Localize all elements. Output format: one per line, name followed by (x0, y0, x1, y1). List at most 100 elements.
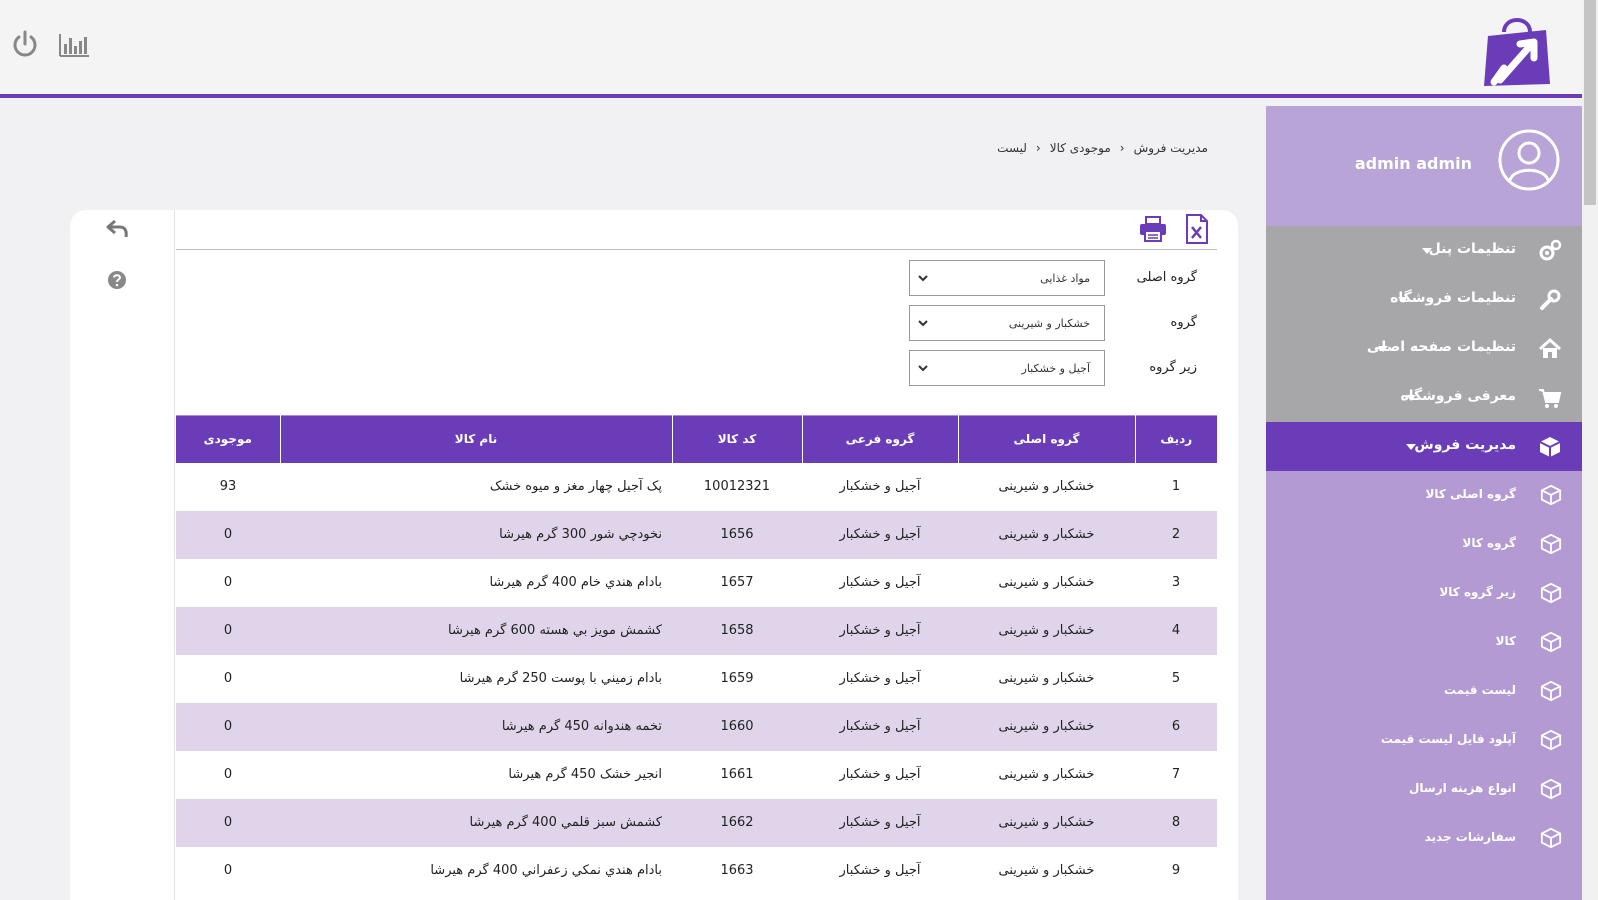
column-header-stock[interactable]: موجودی (176, 415, 280, 463)
menu-item-homepage-settings[interactable]: تنظیمات صفحه اصلی (1266, 324, 1582, 373)
printer-icon[interactable] (1139, 216, 1167, 242)
cell-product-name: کشمش سبز قلمي 400 گرم هيرشا (280, 798, 672, 847)
card-side-actions (70, 210, 175, 900)
gears-icon (1539, 239, 1562, 261)
select-value: آجیل و خشکبار (1021, 362, 1090, 375)
shop-bag-logo[interactable] (1480, 10, 1554, 90)
cart-icon (1539, 389, 1562, 408)
menu-item-shop-intro[interactable]: معرفی فروشگاه (1266, 373, 1582, 422)
filter-main-group: گروه اصلی مواد غذایی (877, 260, 1217, 296)
chevron-down-icon (1398, 297, 1408, 303)
cell-main-group: خشکبار و شیرینی (958, 606, 1135, 655)
cell-main-group: خشکبار و شیرینی (998, 863, 1095, 878)
cell-main-group: خشکبار و شیرینی (998, 671, 1095, 686)
cell-main-group: خشکبار و شیرینی (958, 702, 1135, 751)
column-header-product-name[interactable]: نام کالا (279, 415, 672, 463)
cell-product-code: 1663 (720, 863, 754, 878)
submenu-label: سفارشات جدید (1424, 830, 1516, 844)
breadcrumb-item-stock[interactable]: موجودی کالا (1050, 141, 1111, 155)
submenu-item-upload-price-list[interactable]: آپلود فایل لیست قیمت (1266, 716, 1582, 765)
stock-list-card: گروه اصلی مواد غذایی گروه خشکبار و شیرین… (70, 210, 1238, 900)
card-toolbar (176, 210, 1217, 250)
filter-sub-group: زیر گروه آجیل و خشکبار (877, 350, 1217, 386)
table-row[interactable]: 6 خشکبار و شیرینی آجیل و خشکبار 1660 تخمه هن… (176, 702, 1217, 751)
menu-item-panel-settings[interactable]: تنظیمات پنل (1266, 226, 1582, 275)
sub-group-select[interactable]: آجیل و خشکبار (909, 350, 1105, 386)
menu-label: تنظیمات صفحه اصلی (1366, 339, 1516, 355)
table-row[interactable]: 2 خشکبار و شیرینی آجیل و خشکبار 1656 نخودچي … (176, 510, 1217, 559)
cell-sub-group: آجیل و خشکبار (802, 702, 958, 751)
cell-row-number: 2 (1135, 510, 1217, 559)
breadcrumb-item-sales[interactable]: مدیریت فروش (1134, 141, 1208, 155)
table-row[interactable]: 7 خشکبار و شیرینی آجیل و خشکبار 1661 انجير خ… (176, 751, 1217, 799)
cell-stock: 0 (223, 575, 233, 590)
top-header (0, 0, 1582, 98)
submenu-item-new-orders[interactable]: سفارشات جدید (1266, 814, 1582, 863)
chevron-down-icon (918, 365, 928, 372)
cube-icon (1540, 729, 1562, 751)
breadcrumb-item-list: لیست (997, 141, 1027, 155)
page-scrollbar[interactable] (1582, 0, 1598, 900)
cell-row-number: 5 (1171, 671, 1181, 686)
column-header-main-group[interactable]: گروه اصلی (957, 415, 1135, 463)
power-icon[interactable] (12, 30, 38, 58)
cell-product-code: 1658 (672, 606, 802, 655)
cell-product-code: 10012321 (703, 479, 771, 494)
menu-item-shop-settings[interactable]: تنظیمات فروشگاه (1266, 275, 1582, 324)
bar-chart-icon[interactable] (58, 32, 90, 58)
table-row[interactable]: 3 خشکبار و شیرینی آجیل و خشکبار 1657 بادام ه… (176, 559, 1217, 607)
menu-item-sales-management[interactable]: مدیریت فروش (1266, 422, 1582, 471)
cell-product-name: پک آجیل چهار مغز و میوه خشک (489, 479, 662, 494)
cell-row-number: 4 (1135, 606, 1217, 655)
cell-product-code: 1657 (720, 575, 754, 590)
cube-icon (1540, 631, 1562, 653)
user-profile: admin admin (1266, 106, 1582, 226)
filter-label: زیر گروه (1149, 360, 1197, 375)
chevron-down-icon (1406, 444, 1416, 450)
cell-row-number: 1 (1171, 479, 1181, 494)
table-row[interactable]: 5 خشکبار و شیرینی آجیل و خشکبار 1659 بادام ز… (176, 655, 1217, 703)
back-arrow-icon[interactable] (106, 218, 128, 240)
column-header-row-number[interactable]: ردیف (1134, 415, 1217, 463)
submenu-item-main-group[interactable]: گروه اصلی کالا (1266, 471, 1582, 520)
menu-label: تنظیمات پنل (1428, 241, 1516, 257)
select-value: خشکبار و شیرینی (1008, 317, 1090, 330)
filter-panel: گروه اصلی مواد غذایی گروه خشکبار و شیرین… (176, 250, 1217, 415)
submenu-item-sub-group[interactable]: زیر گروه کالا (1266, 569, 1582, 618)
filter-group: گروه خشکبار و شیرینی (877, 305, 1217, 341)
table-row[interactable]: 4 خشکبار و شیرینی آجیل و خشکبار 1658 کشمش مو… (176, 606, 1217, 655)
cell-product-code: 1661 (720, 767, 754, 782)
cell-stock: 0 (176, 702, 280, 751)
cell-sub-group: آجیل و خشکبار (839, 575, 921, 590)
submenu-item-shipping-costs[interactable]: انواع هزینه ارسال (1266, 765, 1582, 814)
table-row[interactable]: 1 خشکبار و شیرینی آجیل و خشکبار 10012321 پک … (176, 463, 1217, 511)
cell-row-number: 7 (1171, 767, 1181, 782)
chevron-down-icon (918, 275, 928, 282)
submenu-label: گروه کالا (1462, 536, 1516, 550)
chevron-down-icon (1406, 395, 1416, 401)
cube-icon (1540, 778, 1562, 800)
cell-stock: 0 (176, 606, 280, 655)
submenu-item-product[interactable]: کالا (1266, 618, 1582, 667)
group-select[interactable]: خشکبار و شیرینی (909, 305, 1105, 341)
cell-product-code: 1659 (720, 671, 754, 686)
main-menu: تنظیمات پنل تنظیمات فروشگاه تنظیمات صفحه… (1266, 226, 1582, 422)
cell-row-number: 8 (1135, 798, 1217, 847)
excel-export-icon[interactable] (1185, 214, 1209, 244)
table-body: 1 خشکبار و شیرینی آجیل و خشکبار 10012321 پک … (176, 463, 1217, 895)
cell-product-name: انجير خشک 450 گرم هيرشا (508, 767, 662, 782)
breadcrumb: مدیریت فروش › موجودی کالا › لیست (997, 141, 1208, 155)
main-group-select[interactable]: مواد غذایی (909, 260, 1105, 296)
submenu-item-price-list[interactable]: لیست قیمت (1266, 667, 1582, 716)
menu-label: مدیریت فروش (1414, 437, 1516, 453)
user-avatar-icon[interactable] (1498, 129, 1560, 191)
column-header-product-code[interactable]: کد کالا (671, 415, 802, 463)
column-header-sub-group[interactable]: گروه فرعی (801, 415, 958, 463)
menu-label: معرفی فروشگاه (1400, 388, 1517, 404)
scrollbar-thumb[interactable] (1584, 0, 1596, 205)
table-row[interactable]: 8 خشکبار و شیرینی آجیل و خشکبار 1662 کشمش سب… (176, 798, 1217, 847)
submenu-item-group[interactable]: گروه کالا (1266, 520, 1582, 569)
table-row[interactable]: 9 خشکبار و شیرینی آجیل و خشکبار 1663 بادام ه… (176, 847, 1217, 895)
cell-sub-group: آجیل و خشکبار (802, 606, 958, 655)
help-icon[interactable] (107, 270, 127, 290)
